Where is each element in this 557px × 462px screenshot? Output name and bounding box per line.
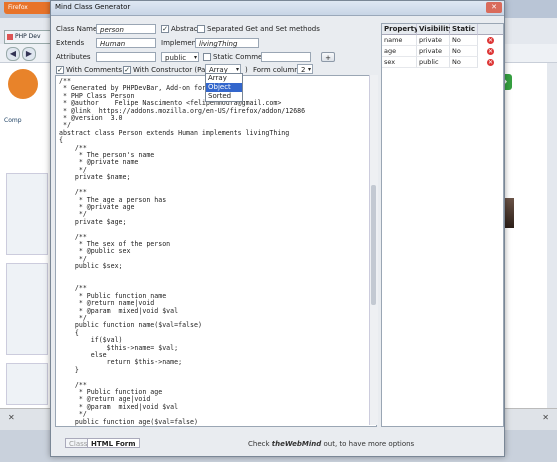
delete-icon[interactable]: ✕ (487, 48, 494, 55)
page-block (6, 363, 48, 405)
separated-methods-label: Separated Get and Set methods (207, 25, 320, 33)
form-columns-select[interactable]: 2 ▾ (297, 64, 313, 74)
dropdown-option-selected[interactable]: Object (206, 83, 242, 92)
close-icon[interactable]: ✕ (486, 2, 502, 13)
separated-methods-checkbox[interactable] (197, 25, 205, 33)
params-dropdown-list: Array Object Sorted (205, 73, 243, 102)
abstract-checkbox[interactable]: ✓ (161, 25, 169, 33)
extends-input[interactable]: Human (96, 38, 156, 48)
with-comments-label: With Comments (66, 66, 123, 74)
column-header-visibility: Visibility (417, 24, 454, 35)
dropdown-option[interactable]: Array (206, 74, 242, 83)
favicon-icon (7, 34, 13, 40)
add-attribute-button[interactable]: + (321, 52, 335, 62)
cell-property: name (382, 35, 417, 46)
params-close-paren: ) (245, 66, 248, 74)
cell-static: No (450, 57, 478, 68)
attributes-label: Attributes (56, 53, 91, 61)
with-constructor-checkbox[interactable]: ✓ (123, 66, 131, 74)
static-comment-input[interactable] (261, 52, 311, 62)
column-header-property: Property (382, 24, 419, 35)
close-icon[interactable]: ✕ (8, 413, 15, 422)
static-comment-checkbox[interactable] (203, 53, 211, 61)
firefox-menu-button[interactable]: Firefox (4, 2, 52, 14)
column-header-actions (478, 24, 503, 35)
cell-visibility: public (417, 57, 450, 68)
with-comments-checkbox[interactable]: ✓ (56, 66, 64, 74)
browser-tab-title: PHP Dev (15, 33, 41, 40)
firefox-logo-icon (8, 69, 38, 99)
dropdown-option[interactable]: Sorted (206, 92, 242, 101)
visibility-value: public (165, 54, 187, 62)
form-columns-value: 2 (301, 66, 306, 74)
delete-icon[interactable]: ✕ (487, 37, 494, 44)
cell-static: No (450, 46, 478, 57)
chevron-down-icon: ▾ (307, 66, 311, 73)
code-scrollbar[interactable] (369, 75, 378, 425)
page-block (6, 263, 48, 355)
delete-icon[interactable]: ✕ (487, 59, 494, 66)
footer-note-prefix: Check (248, 440, 270, 448)
class-name-input[interactable]: person (96, 24, 156, 34)
back-arrow-icon[interactable]: ◀ (6, 47, 20, 61)
dialog-title-bar: Mind Class Generator ✕ (51, 1, 504, 16)
visibility-select[interactable]: public ▾ (161, 52, 199, 62)
tab-html-form[interactable]: HTML Form (87, 438, 140, 448)
dialog-title: Mind Class Generator (55, 3, 131, 11)
cell-property: sex (382, 57, 417, 68)
cell-visibility: private (417, 46, 450, 57)
implements-input[interactable]: livingThing (195, 38, 259, 48)
column-header-static: Static (450, 24, 478, 35)
generated-code: /** * Generated by PHPDevBar, Add-on for… (59, 77, 306, 426)
close-icon[interactable]: ✕ (542, 413, 549, 422)
thewebmind-link[interactable]: theWebMind (272, 440, 321, 448)
property-table: Property Visibility Static name private … (381, 23, 504, 427)
page-block (6, 173, 48, 255)
extends-label: Extends (56, 39, 85, 47)
footer-note: Check theWebMind out, to have more optio… (248, 440, 414, 448)
comp-label: Comp (4, 117, 22, 124)
footer-note-suffix: out, to have more options (323, 440, 415, 448)
forward-arrow-icon[interactable]: ▶ (22, 47, 36, 61)
abstract-label: Abstract (171, 25, 201, 33)
generated-code-textarea[interactable]: /** * Generated by PHPDevBar, Add-on for… (55, 75, 377, 427)
class-name-label: Class Name (56, 25, 98, 33)
cell-visibility: private (417, 35, 450, 46)
chevron-down-icon: ▾ (193, 54, 197, 61)
page-left-column: Comp (0, 63, 55, 408)
cell-static: No (450, 35, 478, 46)
attributes-input[interactable] (96, 52, 156, 62)
cell-property: age (382, 46, 417, 57)
mind-class-generator-dialog: Mind Class Generator ✕ Class Name person… (50, 0, 505, 457)
scrollbar-thumb[interactable] (371, 185, 376, 305)
